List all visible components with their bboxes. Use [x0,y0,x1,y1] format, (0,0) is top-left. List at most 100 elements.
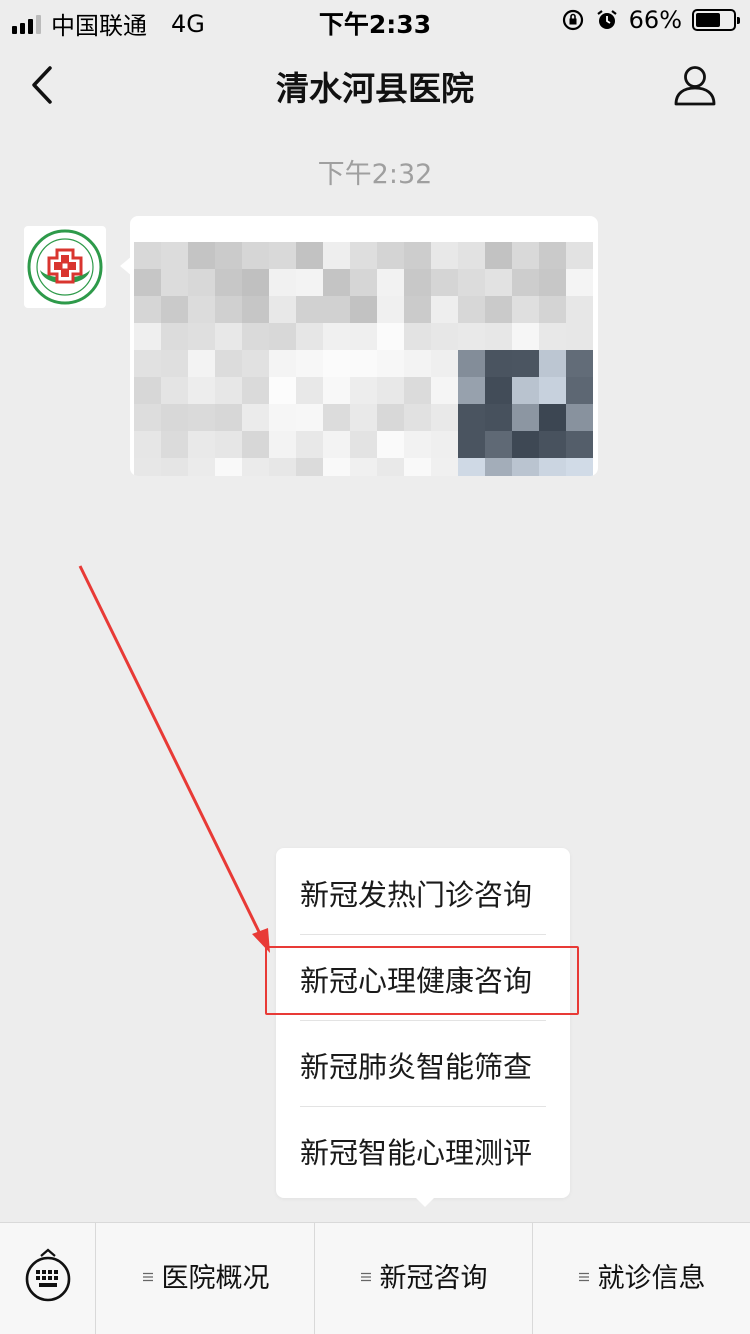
mosaic-cell [404,296,431,323]
mosaic-cell [566,242,593,269]
mosaic-cell [323,404,350,431]
mosaic-cell [188,377,215,404]
orientation-lock-icon [562,9,583,31]
menu-tab-visit-info[interactable]: 就诊信息 [533,1223,750,1334]
mosaic-cell [431,323,458,350]
mosaic-cell [269,350,296,377]
mosaic-cell [404,269,431,296]
mosaic-cell [134,350,161,377]
mosaic-cell [539,458,566,476]
mosaic-cell [215,404,242,431]
mosaic-cell [269,296,296,323]
mosaic-cell [269,404,296,431]
mosaic-cell [296,269,323,296]
mosaic-cell [377,377,404,404]
mosaic-cell [377,323,404,350]
mosaic-cell [161,242,188,269]
mosaic-cell [512,242,539,269]
mosaic-cell [215,242,242,269]
mosaic-cell [296,323,323,350]
person-icon [674,66,716,106]
mosaic-cell [215,458,242,476]
mosaic-cell [458,350,485,377]
mosaic-cell [512,323,539,350]
mosaic-cell [188,269,215,296]
mosaic-cell [512,431,539,458]
mosaic-cell [215,323,242,350]
submenu-item-pneumonia-screening[interactable]: 新冠肺炎智能筛查 [300,1024,546,1110]
mosaic-cell [431,458,458,476]
mosaic-cell [134,296,161,323]
mosaic-cell [134,377,161,404]
mosaic-cell [188,296,215,323]
submenu-item-mental-health[interactable]: 新冠心理健康咨询 [300,938,546,1024]
submenu-divider [300,1020,546,1021]
status-bar: 中国联通 4G 下午2:33 66% [0,0,750,40]
mosaic-cell [485,377,512,404]
mosaic-cell [242,350,269,377]
mosaic-cell [512,377,539,404]
alarm-icon [596,10,617,29]
mosaic-cell [404,377,431,404]
mosaic-cell [134,242,161,269]
mosaic-cell [242,323,269,350]
mosaic-cell [161,431,188,458]
mosaic-cell [458,377,485,404]
message-bubble[interactable] [130,216,598,476]
menu-tab-label: 就诊信息 [597,1263,706,1294]
mosaic-cell [566,296,593,323]
mosaic-cell [350,458,377,476]
mosaic-cell [566,404,593,431]
mosaic-cell [134,323,161,350]
menu-list-icon [578,1272,589,1281]
mosaic-cell [296,242,323,269]
submenu-divider [300,1106,546,1107]
mosaic-cell [539,377,566,404]
mosaic-cell [269,242,296,269]
mosaic-cell [431,269,458,296]
mosaic-cell [269,458,296,476]
submenu-item-psych-assessment[interactable]: 新冠智能心理测评 [300,1110,546,1196]
page-title: 清水河县医院 [276,69,474,108]
battery-fill [696,13,720,27]
profile-button[interactable] [670,60,720,110]
mosaic-cell [539,296,566,323]
mosaic-cell [431,377,458,404]
status-right: 66% [561,6,740,34]
menu-tab-covid-consult[interactable]: 新冠咨询 [315,1223,532,1334]
mosaic-cell [377,242,404,269]
mosaic-cell [134,404,161,431]
mosaic-cell [566,431,593,458]
mosaic-cell [323,458,350,476]
mosaic-cell [350,269,377,296]
message-timestamp: 下午2:32 [317,159,433,190]
mosaic-cell [350,296,377,323]
mosaic-cell [161,458,188,476]
mosaic-cell [188,431,215,458]
mosaic-cell [188,458,215,476]
mosaic-cell [269,269,296,296]
mosaic-cell [161,296,188,323]
mosaic-cell [296,350,323,377]
mosaic-cell [377,296,404,323]
mosaic-cell [458,404,485,431]
mosaic-cell [215,431,242,458]
mosaic-cell [215,350,242,377]
mosaic-cell [458,269,485,296]
mosaic-cell [323,242,350,269]
mosaic-cell [512,404,539,431]
keyboard-toggle-button[interactable] [0,1223,96,1334]
mosaic-cell [323,269,350,296]
mosaic-cell [377,269,404,296]
hospital-avatar[interactable] [24,226,106,308]
menu-tab-hospital-overview[interactable]: 医院概况 [97,1223,314,1334]
mosaic-cell [458,431,485,458]
mosaic-cell [431,296,458,323]
mosaic-cell [242,269,269,296]
mosaic-cell [161,323,188,350]
submenu-item-fever-clinic[interactable]: 新冠发热门诊咨询 [300,852,546,938]
mosaic-cell [161,269,188,296]
mosaic-cell [269,431,296,458]
mosaic-cell [215,269,242,296]
mosaic-cell [431,350,458,377]
